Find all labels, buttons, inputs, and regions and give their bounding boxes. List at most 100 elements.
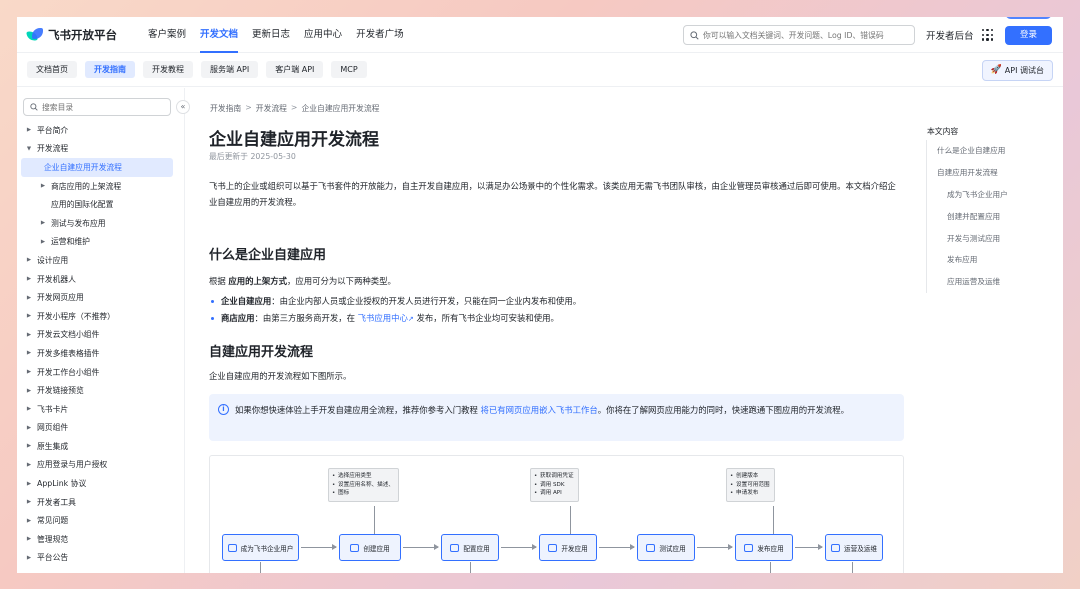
step-label: 开发应用 xyxy=(561,544,588,553)
toc-item[interactable]: 发布应用 xyxy=(927,249,1056,271)
caret-right-icon: ▶ xyxy=(26,406,32,413)
sidebar-search-input[interactable] xyxy=(42,102,162,112)
doc-tab[interactable]: 服务端 API xyxy=(201,61,259,78)
breadcrumb-item[interactable]: 开发指南 xyxy=(210,103,241,114)
sidebar-item-label: 商店应用的上架流程 xyxy=(51,181,122,191)
note-line: 图标 xyxy=(332,489,394,498)
sidebar-item[interactable]: ▶ 平台公告 xyxy=(17,549,185,568)
sidebar-item[interactable]: ▶ 开发多维表格插件 xyxy=(17,344,185,363)
sidebar-item-label: 开发者工具 xyxy=(37,497,76,507)
app-center-link[interactable]: 飞书应用中心 xyxy=(358,313,408,323)
diagram-note: 获取调用凭证调用 SDK调用 API xyxy=(530,468,579,502)
sidebar-item[interactable]: ▶ 开发工作台小组件 xyxy=(17,363,185,382)
doc-sidebar: « ▶ 平台简介 ▼ 开发流程企业自建应用开发流程 ▶ 商店应用的上架流程应用的国际化配置… xyxy=(17,88,190,573)
sidebar-item[interactable]: ▶ 开发者工具 xyxy=(17,493,185,512)
bullet-bold: 商店应用 xyxy=(221,313,255,323)
caret-right-icon: ▶ xyxy=(26,554,32,561)
sidebar-item-label: 运营和维护 xyxy=(51,237,90,247)
note-line: 设置可用范围 xyxy=(730,481,770,490)
doc-tab[interactable]: MCP xyxy=(331,61,367,78)
sidebar-item[interactable]: ▶ AppLink 协议 xyxy=(17,474,185,493)
doc-tab[interactable]: 客户端 API xyxy=(266,61,324,78)
sidebar-item[interactable]: ▶ 开发机器人 xyxy=(17,270,185,289)
doc-tab[interactable]: 开发指南 xyxy=(85,61,135,78)
caret-right-icon: ▶ xyxy=(26,461,32,468)
sidebar-item[interactable]: ▶ 管理规范 xyxy=(17,530,185,549)
last-updated: 最后更新于 2025-05-30 xyxy=(209,152,296,161)
search-icon xyxy=(690,30,699,40)
brand-name: 飞书开放平台 xyxy=(48,27,117,42)
top-nav-links: 客户案例 开发文档 更新日志 应用中心 开发者广场 xyxy=(141,17,411,53)
caret-right-icon: ▶ xyxy=(26,424,32,431)
sidebar-item[interactable]: ▶ 运营和维护 xyxy=(17,233,185,252)
sidebar-item[interactable]: ▶ 测试与发布应用 xyxy=(17,214,185,233)
toc-item[interactable]: 成为飞书企业用户 xyxy=(927,184,1056,206)
login-button[interactable]: 登录 xyxy=(1005,26,1052,45)
sidebar-item[interactable]: ▶ 常见问题 xyxy=(17,511,185,530)
toc-item[interactable]: 什么是企业自建应用 xyxy=(927,140,1056,162)
sidebar-item[interactable]: ▶ 开发小程序（不推荐） xyxy=(17,307,185,326)
note-connector xyxy=(773,506,774,534)
diagram-note: 创建版本设置可用范围申请发布 xyxy=(726,468,775,502)
sidebar-item[interactable]: ▶ 开发云文档小组件 xyxy=(17,326,185,345)
sidebar-item[interactable]: ▼ 开发流程 xyxy=(17,140,185,159)
flow-arrow xyxy=(599,544,635,550)
sidebar-item[interactable]: ▶ 网页组件 xyxy=(17,419,185,438)
step-icon xyxy=(646,543,656,552)
breadcrumb-item[interactable]: 开发流程 xyxy=(256,103,287,114)
dev-flow-diagram: 选择应用类型设置应用名称、描述、图标 获取调用凭证调用 SDK调用 API 创建版本… xyxy=(209,455,904,573)
sidebar-item[interactable]: 企业自建应用开发流程 xyxy=(21,158,173,177)
step-label: 测试应用 xyxy=(659,544,686,553)
sidebar-item[interactable]: ▶ 平台简介 xyxy=(17,121,185,140)
caret-down-icon: ▼ xyxy=(26,145,32,152)
tutorial-link[interactable]: 将已有网页应用嵌入飞书工作台 xyxy=(481,405,598,415)
sidebar-item[interactable]: ▶ 原生集成 xyxy=(17,437,185,456)
apps-grid-icon[interactable] xyxy=(982,29,994,41)
toc-item[interactable]: 开发与测试应用 xyxy=(927,228,1056,250)
doc-tab[interactable]: 文档首页 xyxy=(27,61,77,78)
top-nav-link[interactable]: 客户案例 xyxy=(141,17,193,53)
callout-text: 。你将在了解网页应用能力的同时，快速跑通下图应用的开发流程。 xyxy=(597,405,850,415)
sidebar-item[interactable]: 应用的国际化配置 xyxy=(17,195,185,214)
sidebar-item-label: 原生集成 xyxy=(37,441,69,451)
toc-item[interactable]: 应用运营及运维 xyxy=(927,271,1056,293)
caret-right-icon: ▶ xyxy=(40,183,46,190)
caret-right-icon: ▶ xyxy=(26,127,32,134)
collapse-sidebar-icon[interactable]: « xyxy=(176,100,190,114)
lead-bold: 应用的上架方式 xyxy=(228,276,288,286)
caret-right-icon: ▶ xyxy=(26,499,32,506)
section2-lead: 企业自建应用的开发流程如下图所示。 xyxy=(209,371,352,381)
caret-right-icon: ▶ xyxy=(26,536,32,543)
top-search-input[interactable] xyxy=(703,30,903,40)
developer-console-link[interactable]: 开发者后台 xyxy=(926,28,974,42)
sidebar-item-label: 开发小程序（不推荐） xyxy=(37,311,115,321)
doc-category-tabs: 文档首页 开发指南 开发教程 服务端 API 客户端 API MCP 🚀 API 调试台 xyxy=(17,53,1063,87)
toc-item[interactable]: 自建应用开发流程 xyxy=(927,162,1056,184)
sidebar-item[interactable]: ▶ 商店应用的上架流程 xyxy=(17,177,185,196)
bullet-text: 发布，所有飞书企业均可安装和使用。 xyxy=(413,313,559,323)
sidebar-item[interactable]: ▶ 开发链接预览 xyxy=(17,381,185,400)
brand-logo[interactable]: 飞书开放平台 xyxy=(26,27,117,43)
step-label: 成为飞书企业用户 xyxy=(240,544,294,553)
top-nav-link[interactable]: 应用中心 xyxy=(297,17,349,53)
sidebar-item[interactable]: ▶ 飞书卡片 xyxy=(17,400,185,419)
sidebar-item[interactable]: ▶ 开发网页应用 xyxy=(17,288,185,307)
flow-arrow xyxy=(403,544,439,550)
doc-tab[interactable]: 开发教程 xyxy=(143,61,193,78)
browser-window: 飞书开放平台 客户案例开发文档更新日志应用中心开发者广场 开发者后台 登录 文档… xyxy=(17,17,1063,573)
note-line: 选择应用类型 xyxy=(332,472,394,481)
top-nav-link[interactable]: 开发文档 xyxy=(193,17,245,53)
toc-item[interactable]: 创建并配置应用 xyxy=(927,206,1056,228)
api-debug-button[interactable]: 🚀 API 调试台 xyxy=(981,60,1053,81)
sidebar-item[interactable]: ▶ 设计应用 xyxy=(17,251,185,270)
flow-connector xyxy=(852,562,853,573)
top-nav-link[interactable]: 更新日志 xyxy=(245,17,297,53)
section-heading-dev-flow: 自建应用开发流程 xyxy=(209,345,314,360)
sidebar-item[interactable]: ▶ 应用登录与用户授权 xyxy=(17,456,185,475)
top-search-box[interactable] xyxy=(683,25,915,45)
top-nav-link[interactable]: 开发者广场 xyxy=(349,17,411,53)
step-icon xyxy=(744,543,754,552)
sidebar-search-box[interactable] xyxy=(23,98,171,116)
sidebar-item-label: 开发云文档小组件 xyxy=(37,330,100,340)
step-label: 运营及运维 xyxy=(844,544,877,553)
